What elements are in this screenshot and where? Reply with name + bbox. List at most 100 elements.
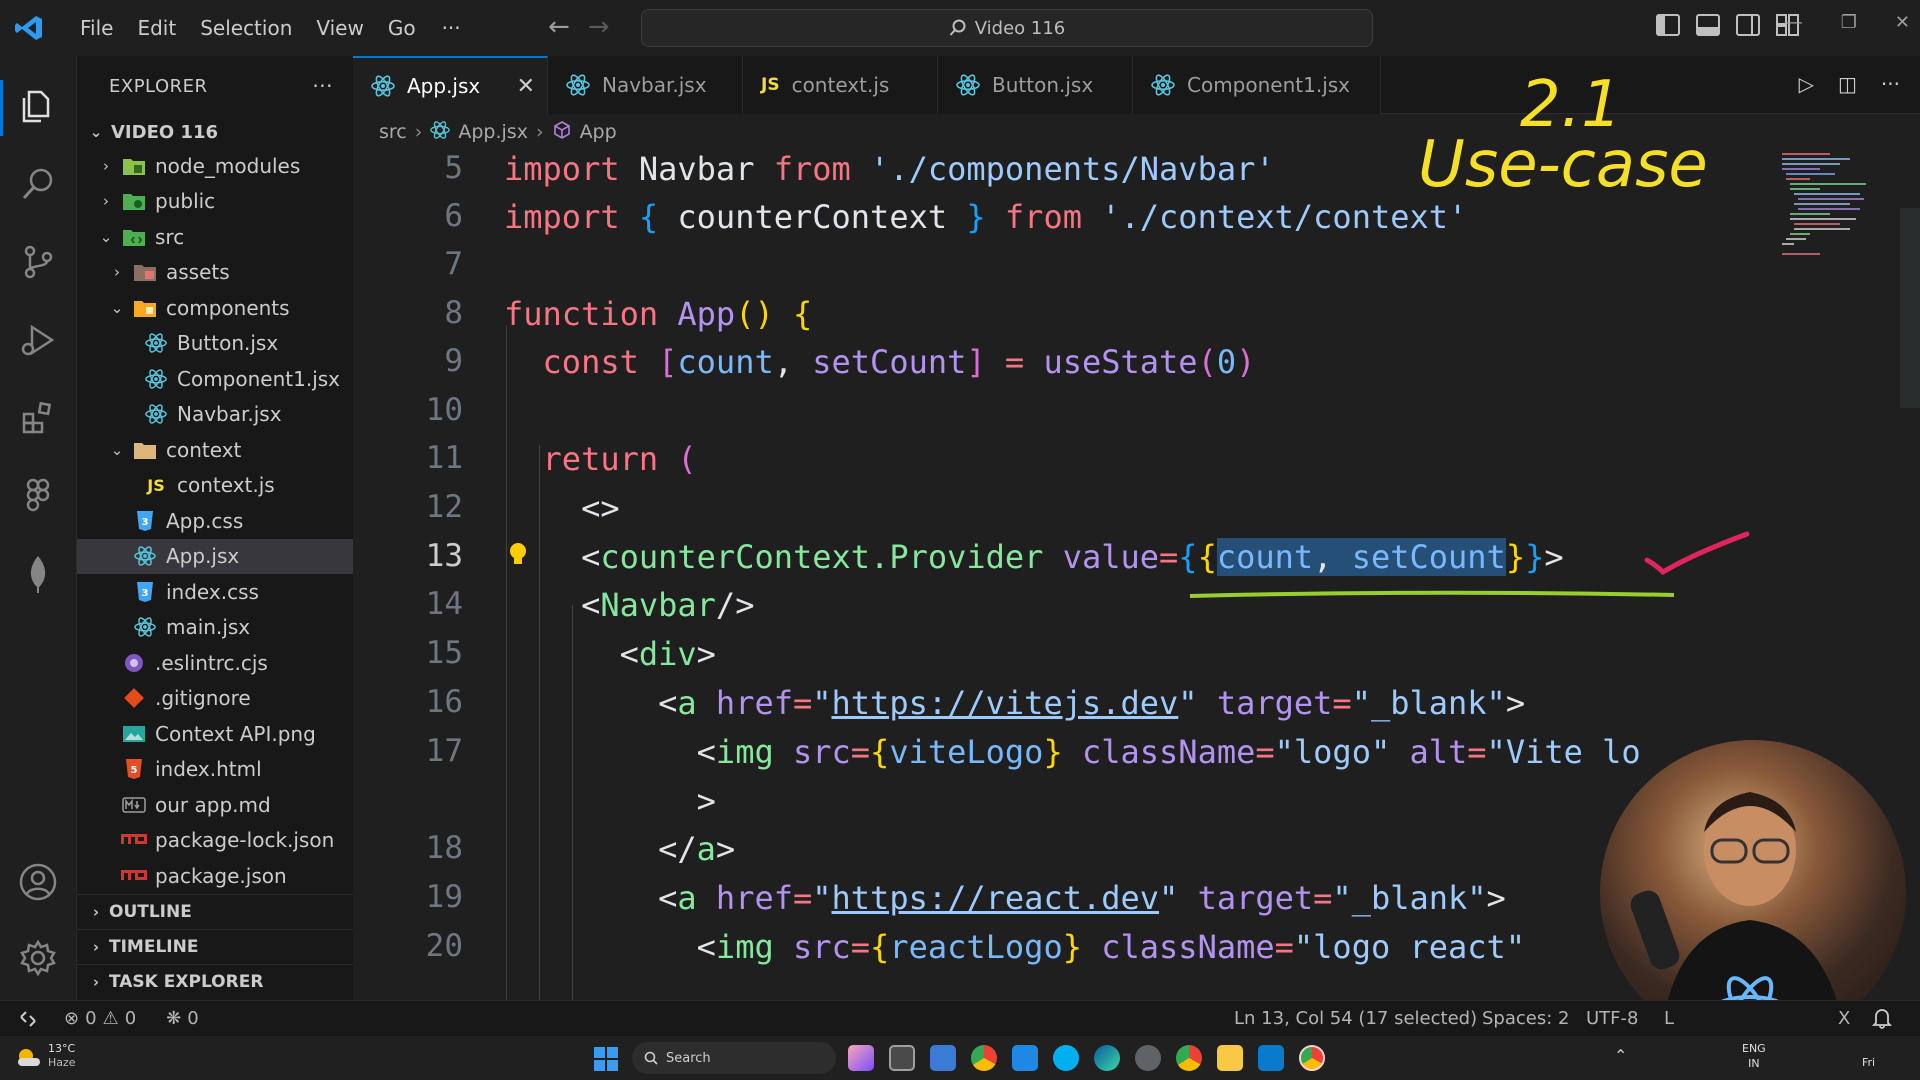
- tab-component1-jsx[interactable]: Component1.jsx: [1133, 56, 1381, 114]
- menu-file[interactable]: File: [68, 0, 125, 56]
- close-icon[interactable]: ✕: [517, 74, 535, 99]
- explorer-item-context[interactable]: ⌄ context: [77, 432, 353, 468]
- taskbar-search[interactable]: Search: [632, 1042, 836, 1074]
- menu-view[interactable]: View: [304, 0, 375, 56]
- vscode-taskbar-icon[interactable]: [1258, 1045, 1284, 1071]
- figma-icon[interactable]: [18, 476, 58, 516]
- forward-arrow-icon[interactable]: →: [588, 12, 610, 42]
- editor-more-icon[interactable]: ···: [1881, 72, 1900, 96]
- close-window-icon[interactable]: ✕: [1895, 12, 1910, 33]
- explorer-item-context-js[interactable]: JS context.js: [77, 468, 353, 504]
- explorer-item-gitignore[interactable]: .gitignore: [77, 681, 353, 717]
- explorer-item-main-jsx[interactable]: main.jsx: [77, 610, 353, 646]
- tab-app-jsx[interactable]: App.jsx ✕: [353, 56, 548, 114]
- tab-button-jsx[interactable]: Button.jsx: [938, 56, 1133, 114]
- explorer-item-index-html[interactable]: 5 index.html: [77, 752, 353, 788]
- notifications-bell-icon[interactable]: [1871, 1007, 1893, 1034]
- explorer-item-navbar-jsx[interactable]: Navbar.jsx: [77, 397, 353, 433]
- breadcrumb-file[interactable]: App.jsx: [458, 121, 528, 143]
- timeline-label: TIMELINE: [109, 937, 199, 957]
- explorer-item-index-css[interactable]: 3 index.css: [77, 574, 353, 610]
- edge-icon[interactable]: [1094, 1045, 1120, 1071]
- explorer-root-folder[interactable]: ⌄ VIDEO 116: [77, 116, 353, 148]
- outline-section[interactable]: › OUTLINE: [77, 894, 353, 929]
- explorer-item-assets[interactable]: › assets: [77, 255, 353, 291]
- search-icon[interactable]: [18, 164, 58, 204]
- weather-widget[interactable]: 13°C Haze: [48, 1042, 76, 1070]
- language-mode[interactable]: X: [1838, 1008, 1850, 1029]
- tab-context-js[interactable]: JS context.js: [743, 56, 938, 114]
- explorer-item-component1-jsx[interactable]: Component1.jsx: [77, 361, 353, 397]
- chrome-icon[interactable]: [971, 1045, 997, 1071]
- chrome-profile-icon[interactable]: [1176, 1045, 1202, 1071]
- weather-icon[interactable]: [14, 1044, 42, 1074]
- explorer-item-public[interactable]: › public: [77, 184, 353, 220]
- explorer-item-package-lock-json[interactable]: package-lock.json: [77, 823, 353, 859]
- command-center-search[interactable]: Video 116: [641, 9, 1373, 47]
- editor-scrollbar[interactable]: [1900, 208, 1920, 408]
- clock-day[interactable]: Fri: [1862, 1056, 1875, 1069]
- ports-indicator[interactable]: ❋ 0: [166, 1008, 199, 1029]
- explorer-item-components[interactable]: ⌄ components: [77, 290, 353, 326]
- run-debug-icon[interactable]: [18, 320, 58, 360]
- breadcrumb-folder[interactable]: src: [379, 121, 407, 143]
- menu-go[interactable]: Go: [376, 0, 428, 56]
- taskbar-search-label: Search: [666, 1050, 711, 1066]
- explorer-item-package-json[interactable]: package.json: [77, 858, 353, 894]
- windows-start-icon[interactable]: [594, 1047, 618, 1075]
- explorer-more-icon[interactable]: ···: [312, 74, 333, 98]
- minimize-icon[interactable]: —: [1785, 12, 1803, 33]
- indentation-setting[interactable]: Spaces: 2: [1482, 1008, 1569, 1029]
- task-view-icon[interactable]: [889, 1045, 915, 1071]
- toggle-panel-icon[interactable]: [1696, 14, 1720, 36]
- timeline-section[interactable]: › TIMELINE: [77, 929, 353, 964]
- menu-more-icon[interactable]: ···: [428, 16, 475, 40]
- settings-icon[interactable]: [1135, 1045, 1161, 1071]
- chevron-up-icon[interactable]: ⌃: [1614, 1046, 1627, 1065]
- toggle-primary-sidebar-icon[interactable]: [1656, 14, 1680, 36]
- settings-gear-icon[interactable]: [18, 938, 58, 978]
- back-arrow-icon[interactable]: ←: [548, 12, 570, 42]
- explorer-item-app-jsx[interactable]: App.jsx: [77, 538, 353, 574]
- explorer-item-app-css[interactable]: 3 App.css: [77, 503, 353, 539]
- explorer-item-context-api-png[interactable]: Context API.png: [77, 716, 353, 752]
- cursor-position[interactable]: Ln 13, Col 54 (17 selected): [1234, 1008, 1477, 1029]
- split-editor-icon[interactable]: ◫: [1838, 72, 1857, 96]
- breadcrumb-symbol[interactable]: App: [580, 121, 617, 143]
- menu-edit[interactable]: Edit: [125, 0, 188, 56]
- explorer-item-label: context.js: [177, 473, 275, 498]
- file-explorer-icon[interactable]: [1217, 1045, 1243, 1071]
- restore-icon[interactable]: ❐: [1841, 12, 1857, 33]
- menu-selection[interactable]: Selection: [188, 0, 304, 56]
- problems-indicator[interactable]: ⊗ 0 ⚠ 0: [64, 1008, 136, 1029]
- encoding-setting[interactable]: UTF-8: [1586, 1008, 1638, 1029]
- eol-setting[interactable]: L: [1664, 1008, 1674, 1029]
- explorer-icon[interactable]: [18, 86, 58, 126]
- account-icon[interactable]: [18, 862, 58, 902]
- source-control-icon[interactable]: [18, 242, 58, 282]
- explorer-item-eslintrc-cjs[interactable]: .eslintrc.cjs: [77, 645, 353, 681]
- chrome-canary-icon[interactable]: [1299, 1045, 1325, 1071]
- lightbulb-icon[interactable]: [508, 542, 528, 572]
- todo-icon[interactable]: [1012, 1045, 1038, 1071]
- task-explorer-section[interactable]: › TASK EXPLORER: [77, 964, 353, 999]
- skype-icon[interactable]: [1053, 1045, 1079, 1071]
- explorer-item-our-app-md[interactable]: our app.md: [77, 787, 353, 823]
- explorer-item-button-jsx[interactable]: Button.jsx: [77, 326, 353, 362]
- explorer-item-src[interactable]: ⌄ src: [77, 219, 353, 255]
- npm-icon: [121, 828, 147, 852]
- calendar-icon[interactable]: [930, 1045, 956, 1071]
- mongodb-leaf-icon[interactable]: [18, 554, 58, 594]
- extensions-icon[interactable]: [18, 398, 58, 438]
- line-number: 8: [444, 295, 463, 331]
- run-icon[interactable]: ▷: [1799, 72, 1814, 96]
- tab-navbar-jsx[interactable]: Navbar.jsx: [548, 56, 743, 114]
- react-icon: [143, 331, 169, 355]
- copilot-icon[interactable]: [848, 1045, 874, 1071]
- explorer-item-node-modules[interactable]: › node_modules: [77, 148, 353, 184]
- outline-label: OUTLINE: [109, 902, 192, 922]
- toggle-secondary-sidebar-icon[interactable]: [1736, 14, 1760, 36]
- remote-indicator-icon[interactable]: [0, 1000, 56, 1037]
- language-indicator[interactable]: ENG IN: [1742, 1041, 1766, 1071]
- minimap[interactable]: [1780, 150, 1872, 290]
